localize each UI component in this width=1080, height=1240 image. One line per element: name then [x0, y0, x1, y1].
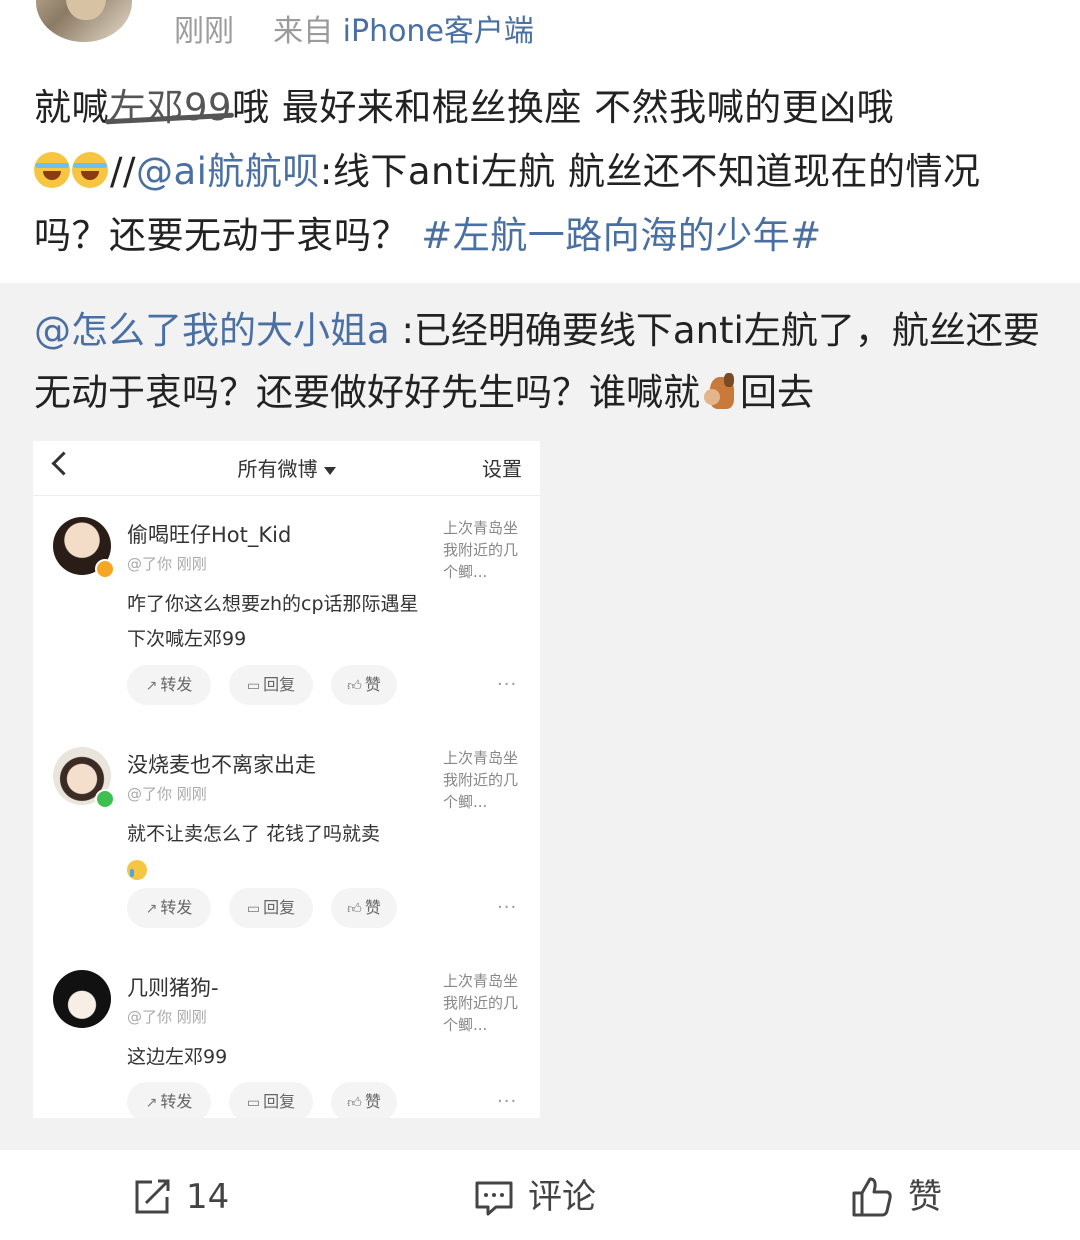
repost-mention-link[interactable]: @怎么了我的大小姐a [34, 309, 390, 352]
comment-sub: @了你 刚刚 [127, 1008, 207, 1026]
thumb-up-icon: 👍︎ [347, 1095, 362, 1111]
comment-ref: 上次青岛坐我附近的几个鲫... [443, 972, 519, 1034]
reply-icon: ▭ [246, 901, 261, 917]
hashtag-link[interactable]: #左航一路向海的少年# [421, 214, 822, 257]
comment-sub: @了你 刚刚 [127, 555, 207, 573]
horse-icon [700, 371, 740, 411]
share-icon: ↗ [145, 678, 158, 694]
comment-author: 偷喝旺仔Hot_Kid [127, 523, 292, 547]
comment-ref: 上次青岛坐我附近的几个鲫... [443, 749, 519, 811]
post-time: 刚刚 [174, 14, 234, 49]
like-label: 赞 [908, 1176, 942, 1217]
like-action: 👍︎ 赞 [331, 888, 397, 928]
post-source-prefix: 来自 [273, 14, 334, 49]
embedded-screenshot[interactable]: 所有微博 设置 偷喝旺仔Hot_Kid @了你 刚刚 咋了你这么想要zh的cp话… [33, 441, 540, 1118]
comment-avatar [53, 970, 111, 1028]
screenshot-header: 所有微博 设置 [33, 441, 540, 496]
repost-button[interactable]: 14 [132, 1172, 229, 1218]
repost-separator: // [110, 150, 136, 193]
reply-action: ▭ 回复 [229, 665, 313, 705]
crying-emoji-icon [127, 859, 147, 880]
repost-end: 回去 [740, 371, 814, 414]
comment-button[interactable]: 评论 [474, 1172, 596, 1218]
more-icon: ··· [497, 1091, 518, 1112]
verified-badge-icon [95, 559, 115, 579]
screenshot-settings: 设置 [482, 457, 522, 481]
reply-icon: ▭ [246, 1095, 261, 1111]
post-meta: 刚刚 来自 iPhone客户端 [174, 10, 534, 54]
comment-body: 这边左邓99 [127, 1046, 228, 1068]
thumb-up-icon: 👍︎ [347, 678, 362, 694]
laughing-tears-icon [34, 152, 70, 188]
share-icon: ↗ [145, 901, 158, 917]
more-icon: ··· [497, 897, 518, 918]
comment-body: 就不让卖怎么了 花钱了吗就卖 [127, 817, 427, 887]
online-badge-icon [95, 789, 115, 809]
thumb-up-icon: 👍︎ [347, 901, 362, 917]
repost-action: ↗ 转发 [127, 665, 211, 705]
comment-ref: 上次青岛坐我附近的几个鲫... [443, 519, 519, 581]
comment-author: 没烧麦也不离家出走 [127, 753, 316, 777]
comment-label: 评论 [528, 1176, 596, 1217]
repost-action: ↗ 转发 [127, 888, 211, 928]
struck-text: 左邓99 [109, 86, 233, 129]
author-avatar[interactable] [36, 0, 132, 42]
share-icon [135, 1179, 170, 1213]
like-button[interactable]: 赞 [850, 1172, 942, 1218]
comment-sub: @了你 刚刚 [127, 785, 207, 803]
post-action-bar: 14 评论 赞 [0, 1150, 1080, 1240]
thumb-up-icon [852, 1177, 892, 1216]
comment-author: 几则猪狗- [127, 976, 219, 1000]
post-text: 就喊左邓99哦 最好来和棍丝换座 不然我喊的更凶哦 //@ai航航呗:线下ant… [34, 76, 1050, 268]
laughing-tears-icon [72, 152, 108, 188]
comment-body: 咋了你这么想要zh的cp话那际遇星下次喊左邓99 [127, 593, 419, 650]
reply-icon: ▭ [246, 678, 261, 694]
repost-count: 14 [186, 1176, 230, 1217]
repost-action: ↗ 转发 [127, 1082, 211, 1118]
screenshot-title: 所有微博 [33, 453, 540, 482]
share-icon: ↗ [145, 1095, 158, 1111]
comment-icon [475, 1181, 513, 1215]
post-text-start: 就喊 [34, 86, 109, 129]
dropdown-triangle-icon [323, 466, 336, 475]
post-source[interactable]: iPhone客户端 [343, 14, 534, 49]
reply-action: ▭ 回复 [229, 1082, 313, 1118]
more-icon: ··· [497, 674, 518, 695]
repost-text: @怎么了我的大小姐a :已经明确要线下anti左航了，航丝还要无动于衷吗？还要做… [34, 300, 1050, 424]
like-action: 👍︎ 赞 [331, 1082, 397, 1118]
mention-link[interactable]: @ai航航呗 [136, 150, 320, 193]
like-action: 👍︎ 赞 [331, 665, 397, 705]
reply-action: ▭ 回复 [229, 888, 313, 928]
post-text-rest: 哦 最好来和棍丝换座 不然我喊的更凶哦 [232, 86, 895, 129]
